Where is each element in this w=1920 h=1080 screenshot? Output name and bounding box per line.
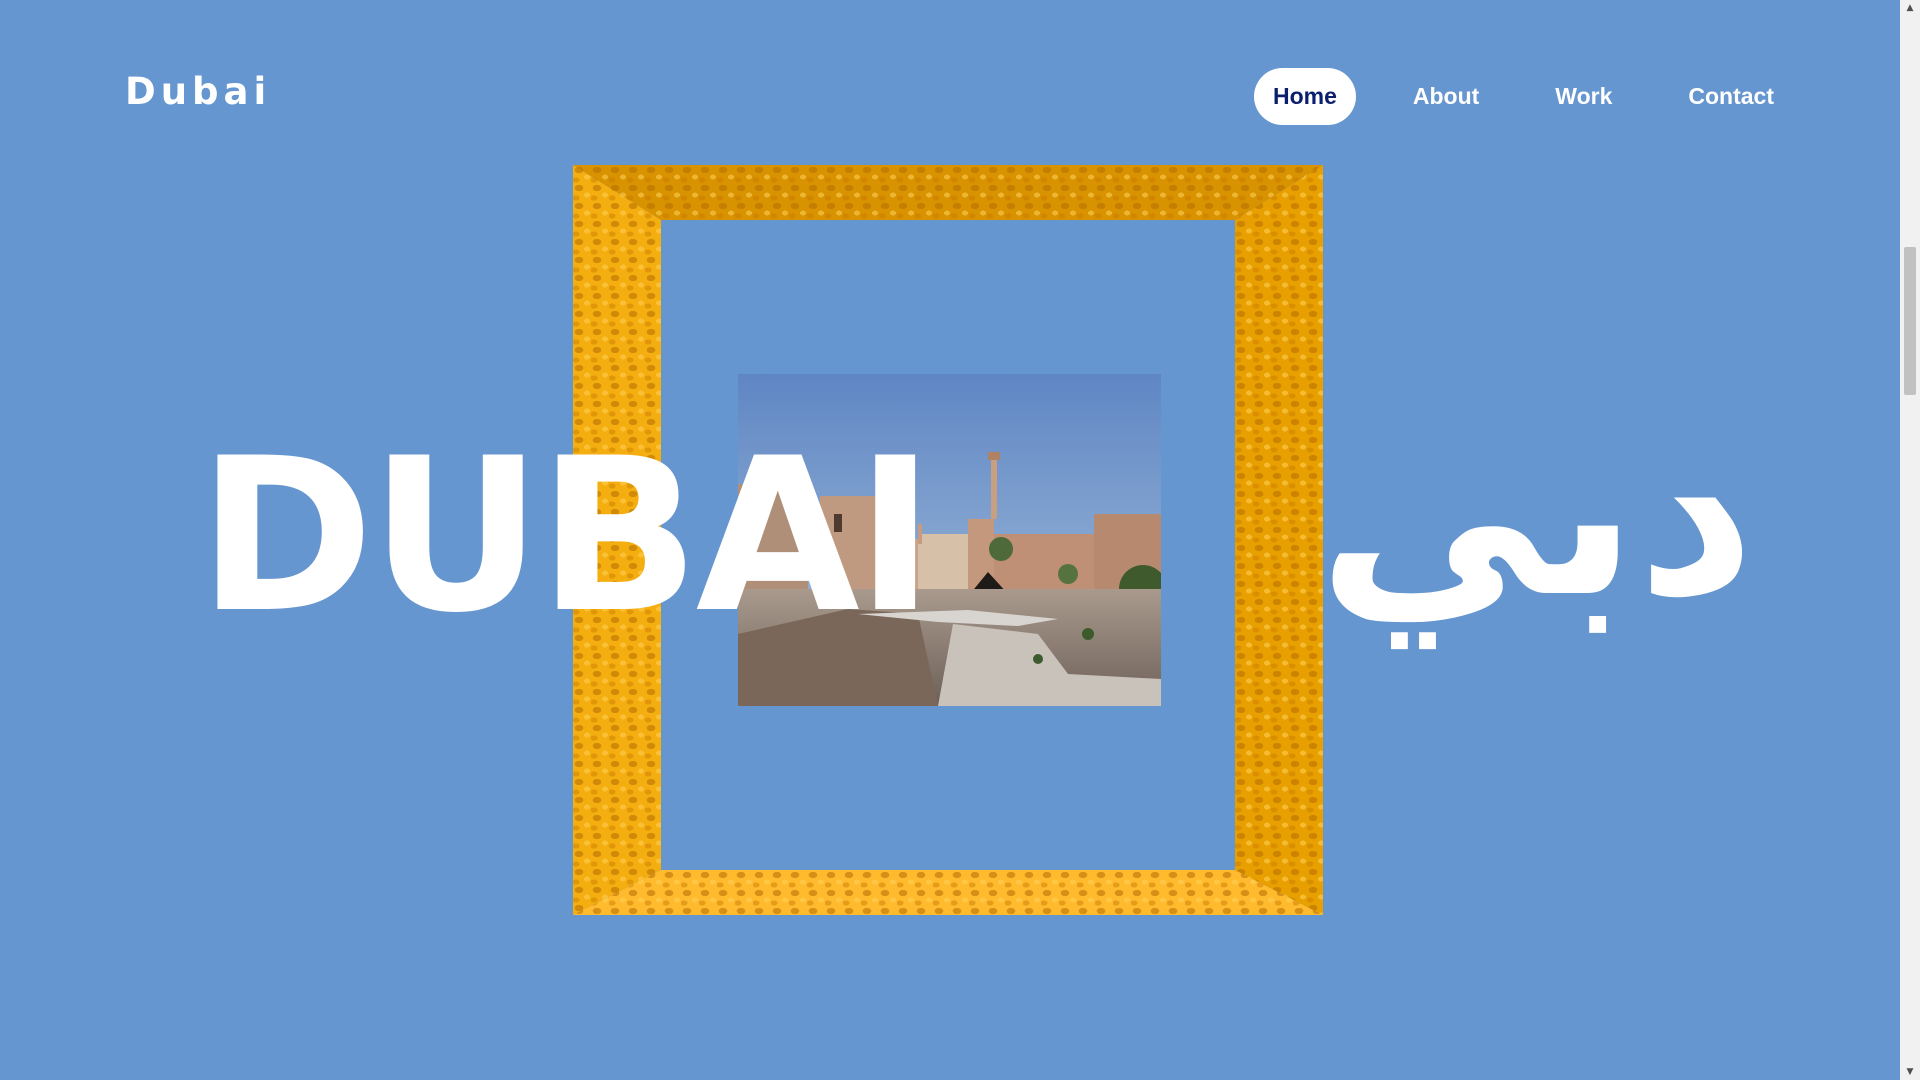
vertical-scrollbar[interactable]: ▲ ▼	[1900, 0, 1920, 1080]
frame-bottom-edge	[573, 870, 1323, 915]
page: Dubai Home About Work Contact دبي DUBAI	[0, 0, 1900, 1080]
hero-title: DUBAI	[198, 412, 935, 659]
scroll-down-icon[interactable]: ▼	[1900, 1064, 1920, 1080]
scroll-up-icon[interactable]: ▲	[1900, 0, 1920, 16]
main-nav: Home About Work Contact	[1253, 68, 1793, 125]
nav-contact[interactable]: Contact	[1669, 68, 1793, 125]
scroll-thumb[interactable]	[1904, 247, 1916, 395]
nav-work[interactable]: Work	[1536, 68, 1631, 125]
site-logo[interactable]: Dubai	[125, 70, 271, 113]
hero-title-arabic: دبي	[1318, 381, 1756, 648]
frame-top-edge	[573, 165, 1323, 220]
nav-home[interactable]: Home	[1253, 68, 1356, 125]
nav-about[interactable]: About	[1394, 68, 1498, 125]
frame-right-edge	[1235, 165, 1323, 915]
